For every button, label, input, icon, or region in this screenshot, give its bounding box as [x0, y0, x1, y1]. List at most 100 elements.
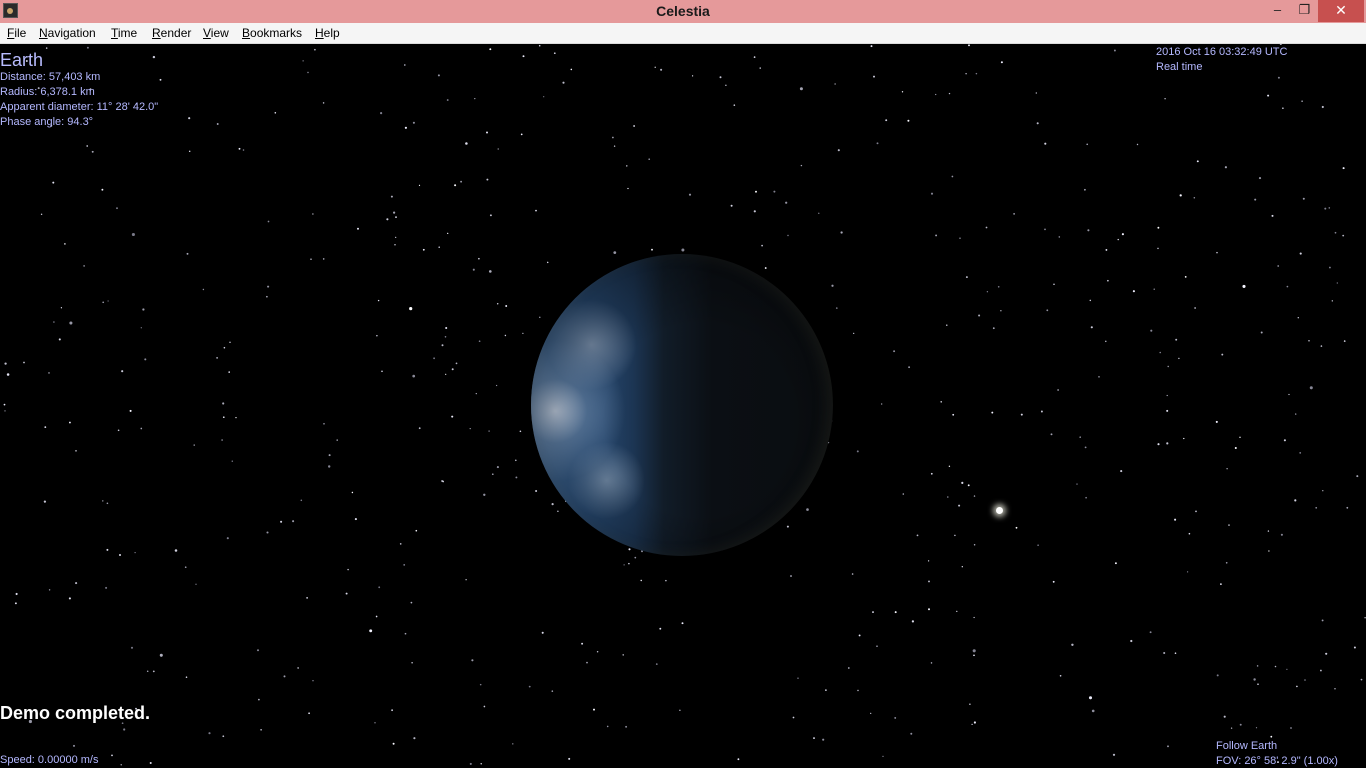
star — [107, 300, 109, 302]
star — [1216, 674, 1219, 677]
star — [1013, 213, 1015, 215]
restore-button[interactable]: ❐ — [1291, 0, 1318, 22]
star — [1297, 316, 1300, 319]
menu-file[interactable]: File — [7, 26, 26, 40]
star — [870, 45, 873, 48]
star — [773, 190, 776, 193]
star — [628, 548, 631, 551]
star — [392, 742, 395, 745]
star — [1052, 580, 1055, 583]
star — [1057, 389, 1059, 391]
star — [159, 653, 163, 657]
view-info-panel: Follow Earth FOV: 26° 58' 2.9" (1.00x) — [1216, 739, 1338, 768]
star — [1325, 652, 1328, 655]
star — [1157, 226, 1160, 229]
star — [75, 582, 78, 585]
star — [3, 403, 6, 406]
star — [1159, 351, 1161, 354]
star — [806, 508, 809, 511]
star — [978, 314, 981, 317]
star — [543, 96, 545, 98]
star — [961, 481, 964, 484]
star — [68, 597, 71, 600]
star — [274, 112, 277, 114]
star — [1234, 446, 1237, 450]
star — [1315, 506, 1318, 509]
menu-bookmarks[interactable]: Bookmarks — [242, 26, 302, 40]
star — [627, 187, 629, 190]
star — [733, 104, 736, 106]
3d-viewport[interactable] — [0, 44, 1366, 768]
star — [159, 78, 162, 81]
star — [222, 416, 225, 419]
star — [354, 518, 357, 521]
star — [1319, 669, 1322, 672]
menu-navigation[interactable]: Navigation — [39, 26, 96, 40]
star — [121, 370, 124, 373]
star — [102, 301, 105, 304]
menu-time[interactable]: Time — [111, 26, 137, 40]
star — [322, 102, 325, 104]
star — [238, 147, 241, 150]
star — [40, 213, 43, 215]
star — [1255, 727, 1258, 729]
menu-help[interactable]: Help — [315, 26, 340, 40]
star — [986, 291, 989, 293]
title-bar[interactable]: Celestia – ❐ ✕ — [0, 0, 1366, 24]
menu-render[interactable]: Render — [152, 26, 191, 40]
star — [973, 616, 975, 619]
star — [1286, 285, 1289, 288]
star — [799, 87, 803, 91]
star — [954, 534, 956, 537]
star — [418, 427, 421, 430]
star — [1294, 499, 1297, 502]
star — [267, 220, 270, 223]
star — [195, 583, 197, 585]
star — [1328, 207, 1331, 209]
star — [1223, 715, 1226, 718]
star — [660, 68, 663, 71]
earth-planet[interactable] — [531, 254, 833, 556]
star — [947, 496, 949, 498]
star — [1299, 252, 1302, 255]
menu-render-accelerator: R — [152, 26, 161, 40]
menu-time-label: ime — [117, 26, 138, 40]
menu-view[interactable]: View — [203, 26, 229, 40]
star — [445, 326, 448, 330]
star — [1085, 496, 1087, 499]
star — [535, 489, 538, 493]
star — [472, 268, 475, 271]
star — [188, 150, 191, 153]
star — [991, 411, 994, 414]
close-button[interactable]: ✕ — [1318, 0, 1364, 22]
star — [737, 758, 740, 761]
star — [528, 685, 531, 688]
star — [1105, 340, 1107, 343]
star — [655, 663, 658, 665]
star — [928, 608, 930, 611]
star — [654, 66, 656, 68]
star — [142, 308, 145, 311]
menu-navigation-label: avigation — [47, 26, 96, 40]
star — [930, 472, 933, 475]
star — [515, 476, 518, 479]
star — [790, 575, 792, 577]
star — [622, 654, 624, 656]
star — [266, 295, 268, 298]
object-phase-angle: Phase angle: 94.3° — [0, 116, 94, 128]
star — [140, 427, 143, 430]
star — [916, 534, 919, 537]
star — [488, 430, 490, 432]
star — [581, 642, 584, 645]
star — [541, 631, 544, 634]
star — [634, 556, 637, 559]
minimize-button[interactable]: – — [1264, 0, 1291, 22]
star — [1216, 251, 1218, 254]
star — [1088, 696, 1093, 700]
sun-star[interactable] — [996, 507, 1003, 514]
star — [651, 248, 653, 251]
star — [102, 500, 104, 502]
star — [469, 428, 471, 430]
star — [1174, 518, 1177, 521]
star — [612, 136, 614, 139]
